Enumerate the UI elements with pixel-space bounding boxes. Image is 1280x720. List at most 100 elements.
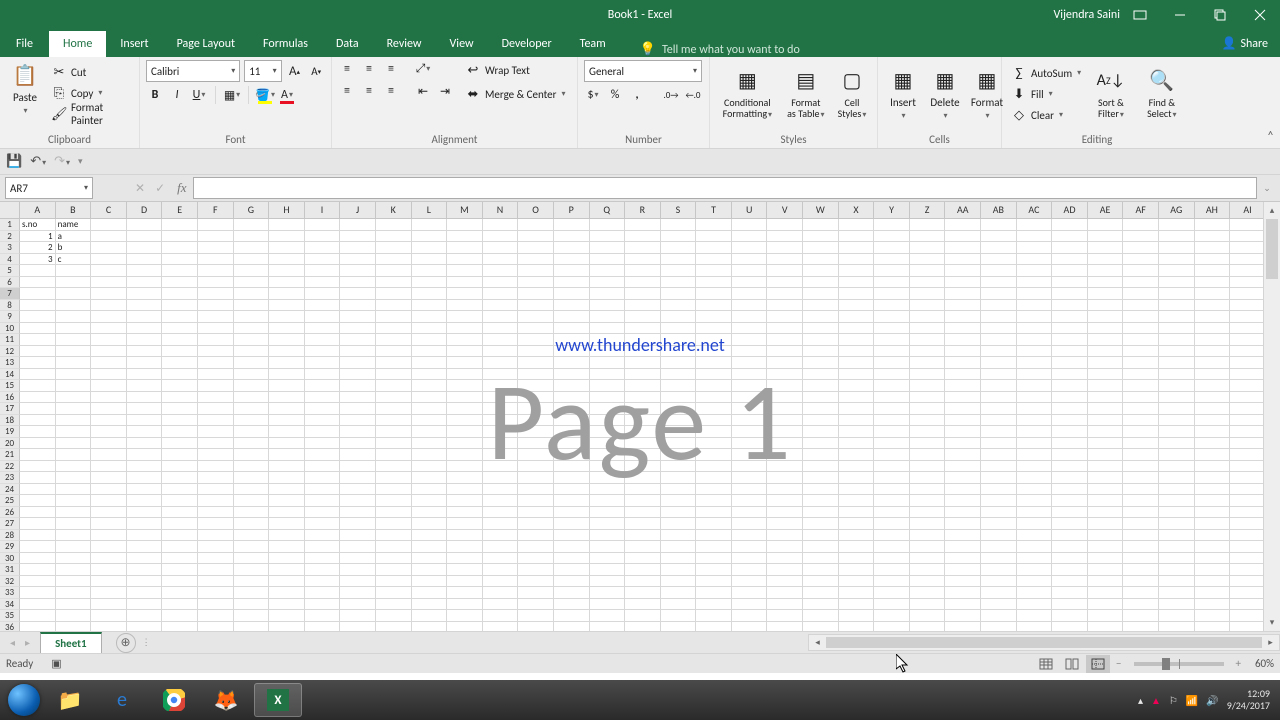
cell[interactable]: [874, 449, 910, 461]
cell[interactable]: [1159, 438, 1195, 450]
cell[interactable]: [1052, 472, 1088, 484]
cell[interactable]: [696, 564, 732, 576]
cell[interactable]: [625, 449, 661, 461]
cell[interactable]: [874, 288, 910, 300]
sheet-nav-next-icon[interactable]: ▸: [25, 636, 30, 649]
cell[interactable]: [376, 576, 412, 588]
cell[interactable]: [1052, 438, 1088, 450]
cell[interactable]: [1195, 461, 1231, 473]
cell[interactable]: [1195, 323, 1231, 335]
cell[interactable]: [696, 449, 732, 461]
cell[interactable]: [1052, 300, 1088, 312]
cell[interactable]: [874, 219, 910, 231]
cell[interactable]: [305, 495, 341, 507]
cell[interactable]: [1017, 311, 1053, 323]
cell[interactable]: [1088, 392, 1124, 404]
column-header-Y[interactable]: Y: [874, 202, 910, 218]
tab-formulas[interactable]: Formulas: [249, 31, 322, 57]
cell[interactable]: [20, 380, 56, 392]
cell[interactable]: [803, 380, 839, 392]
cell[interactable]: [518, 576, 554, 588]
cell[interactable]: [340, 507, 376, 519]
cell[interactable]: [518, 288, 554, 300]
cell[interactable]: [1052, 587, 1088, 599]
cell[interactable]: [305, 622, 341, 632]
cell[interactable]: [412, 553, 448, 565]
cell[interactable]: [625, 564, 661, 576]
cell[interactable]: [1230, 380, 1266, 392]
cell[interactable]: [732, 254, 768, 266]
cell[interactable]: [340, 472, 376, 484]
tray-icon[interactable]: ▲: [1151, 694, 1161, 707]
cell[interactable]: [198, 507, 234, 519]
cell[interactable]: [20, 415, 56, 427]
cell[interactable]: [518, 357, 554, 369]
cell[interactable]: [376, 495, 412, 507]
cell[interactable]: [1230, 610, 1266, 622]
cell[interactable]: [234, 311, 270, 323]
cell[interactable]: [1230, 507, 1266, 519]
cell[interactable]: [1088, 553, 1124, 565]
cell[interactable]: [376, 599, 412, 611]
cell[interactable]: [518, 438, 554, 450]
cell[interactable]: [1123, 530, 1159, 542]
tab-home[interactable]: Home: [49, 31, 106, 57]
cell[interactable]: [483, 484, 519, 496]
tell-me-search[interactable]: 💡 Tell me what you want to do: [640, 42, 800, 57]
cell[interactable]: [1195, 311, 1231, 323]
cell[interactable]: [1195, 564, 1231, 576]
sheet-tab-sheet1[interactable]: Sheet1: [40, 632, 102, 653]
cell[interactable]: [1088, 380, 1124, 392]
cell[interactable]: [1230, 231, 1266, 243]
cell[interactable]: [803, 438, 839, 450]
cell[interactable]: [554, 254, 590, 266]
cell[interactable]: [412, 242, 448, 254]
cell[interactable]: [56, 472, 92, 484]
cell[interactable]: [874, 438, 910, 450]
cell[interactable]: [1159, 231, 1195, 243]
cell[interactable]: [661, 380, 697, 392]
cell[interactable]: [1017, 392, 1053, 404]
cell[interactable]: [20, 369, 56, 381]
cell[interactable]: [162, 231, 198, 243]
cell[interactable]: [127, 426, 163, 438]
column-header-O[interactable]: O: [518, 202, 554, 218]
cell[interactable]: [945, 426, 981, 438]
cell[interactable]: [981, 346, 1017, 358]
cell[interactable]: [590, 449, 626, 461]
cell[interactable]: [162, 254, 198, 266]
cell[interactable]: [661, 415, 697, 427]
cell[interactable]: [803, 311, 839, 323]
cell[interactable]: [1123, 587, 1159, 599]
cell[interactable]: [1123, 277, 1159, 289]
cell[interactable]: [56, 288, 92, 300]
cell[interactable]: [945, 403, 981, 415]
cell[interactable]: [945, 231, 981, 243]
cell[interactable]: [554, 495, 590, 507]
cell[interactable]: [305, 277, 341, 289]
cell[interactable]: [234, 277, 270, 289]
cell[interactable]: [412, 369, 448, 381]
cell[interactable]: [554, 277, 590, 289]
cell[interactable]: [1088, 530, 1124, 542]
cell[interactable]: [162, 346, 198, 358]
cell[interactable]: [1195, 369, 1231, 381]
decrease-decimal-icon[interactable]: ←.0: [684, 86, 702, 104]
cell[interactable]: [234, 610, 270, 622]
cell[interactable]: [1159, 415, 1195, 427]
cell[interactable]: [447, 403, 483, 415]
row-header[interactable]: 28: [0, 530, 20, 542]
cell[interactable]: [767, 265, 803, 277]
cell[interactable]: [625, 495, 661, 507]
cell[interactable]: [554, 472, 590, 484]
cell[interactable]: [162, 357, 198, 369]
cell[interactable]: [1123, 495, 1159, 507]
cell[interactable]: [945, 323, 981, 335]
row-header[interactable]: 25: [0, 495, 20, 507]
cell[interactable]: [412, 507, 448, 519]
cell[interactable]: [269, 323, 305, 335]
cell[interactable]: [20, 610, 56, 622]
cell[interactable]: [945, 587, 981, 599]
cell[interactable]: [1123, 553, 1159, 565]
cell[interactable]: [981, 392, 1017, 404]
